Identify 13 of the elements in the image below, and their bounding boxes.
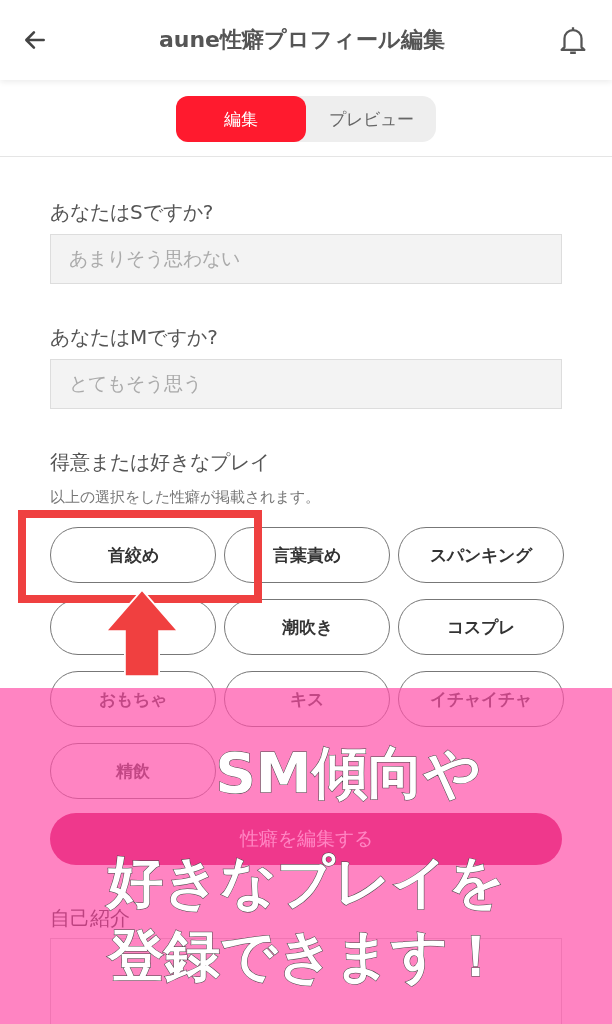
- play-chip[interactable]: 潮吹き: [224, 599, 390, 655]
- promo-text: SM傾向や: [215, 745, 481, 801]
- section-label: 得意または好きなプレイ: [50, 449, 271, 476]
- play-chip[interactable]: スパンキング: [398, 527, 564, 583]
- hint-text: 以上の選択をした性癖が掲載されます。: [50, 488, 321, 507]
- play-chip[interactable]: 言葉責め: [224, 527, 390, 583]
- question-label: あなたはMですか?: [50, 324, 219, 351]
- tab[interactable]: 編集: [176, 96, 306, 142]
- play-chip[interactable]: 首絞め: [50, 527, 216, 583]
- page-title: aune性癖プロフィール編集: [158, 26, 446, 54]
- question-label: あなたはSですか?: [50, 199, 215, 226]
- tab[interactable]: プレビュー: [306, 96, 436, 142]
- play-chip[interactable]: コスプレ: [398, 599, 564, 655]
